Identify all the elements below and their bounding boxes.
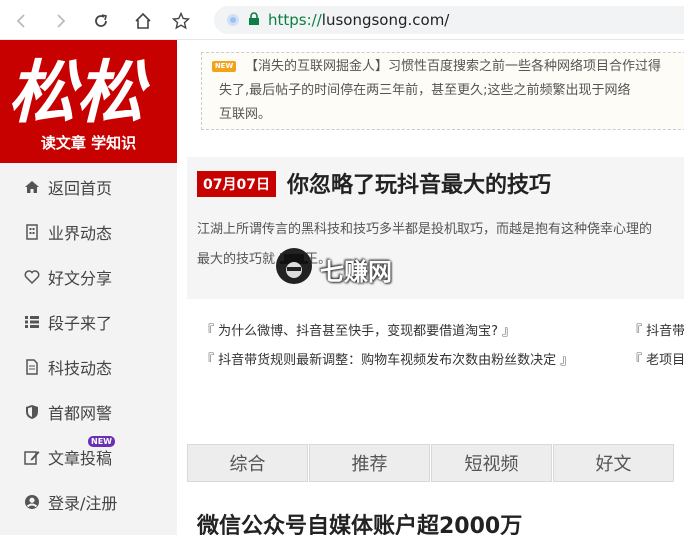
notice-text: 【消失的互联网掘金人】习惯性百度搜索之前一些各种网络项目合作过得 失了,最后帖子… <box>219 55 684 127</box>
sidebar: 松松 读文章 学知识 返回首页 业界动态 好文分享 段子来了 科技动态 首都网警… <box>0 40 177 535</box>
sidebar-item-label: 段子来了 <box>48 313 113 333</box>
notice-line: 失了,最后帖子的时间停在两三年前，甚至更久;这些之前频繁出现于网络 <box>219 83 631 98</box>
tab-good-articles[interactable]: 好文 <box>553 444 674 482</box>
reload-button[interactable] <box>88 8 114 34</box>
category-tabs: 综合 推荐 短视频 好文 <box>187 444 684 482</box>
featured-title[interactable]: 你忽略了玩抖音最大的技巧 <box>287 167 551 199</box>
watermark-text: 七赚网 <box>320 258 392 286</box>
forward-arrow-icon <box>57 14 66 28</box>
logo-calligraphy: 松松 <box>8 54 151 130</box>
document-icon <box>26 358 38 375</box>
sidebar-item-tech[interactable]: 科技动态 <box>0 344 177 389</box>
building-icon <box>26 223 38 240</box>
forward-button[interactable] <box>48 8 74 34</box>
notice-new-badge: NEW <box>212 61 236 72</box>
logo-glyphs: 松松 <box>8 54 151 130</box>
url-domain: lusongsong.com/ <box>321 11 450 29</box>
new-badge: NEW <box>88 436 115 447</box>
headline-link[interactable]: 『 抖音带 <box>629 320 684 339</box>
main-content: NEW 【消失的互联网掘金人】习惯性百度搜索之前一些各种网络项目合作过得 失了,… <box>187 40 684 535</box>
sidebar-item-submit[interactable]: 文章投稿 NEW <box>0 434 177 479</box>
browser-toolbar: https://lusongsong.com/ <box>0 0 684 40</box>
headline-link[interactable]: 『 为什么微博、抖音甚至快手，变现都要借道淘宝? 』 <box>201 320 515 339</box>
edit-icon <box>24 450 40 465</box>
home-browser-icon <box>135 12 151 29</box>
sidebar-item-label: 首都网警 <box>48 403 113 423</box>
back-arrow-icon <box>16 14 25 28</box>
article-title[interactable]: 微信公众号自媒体账户超2000万 <box>197 508 522 535</box>
sidebar-item-articles[interactable]: 好文分享 <box>0 254 177 299</box>
reload-icon <box>95 14 107 27</box>
sidebar-item-label: 登录/注册 <box>48 493 118 513</box>
watermark-avatar-icon <box>276 248 312 284</box>
back-button[interactable] <box>8 8 34 34</box>
sidebar-item-label: 文章投稿 <box>48 448 113 468</box>
lock-icon <box>249 12 259 25</box>
list-icon <box>25 315 39 328</box>
tab-short-video[interactable]: 短视频 <box>431 444 552 482</box>
sidebar-item-industry[interactable]: 业界动态 <box>0 209 177 254</box>
sidebar-item-police[interactable]: 首都网警 <box>0 389 177 434</box>
user-icon <box>25 494 39 509</box>
star-icon <box>172 12 190 30</box>
url-scheme: https:// <box>268 11 322 29</box>
address-bar[interactable]: https://lusongsong.com/ <box>214 6 684 34</box>
heart-icon <box>24 269 40 284</box>
sidebar-item-home[interactable]: 返回首页 <box>0 164 177 209</box>
notice-line: 【消失的互联网掘金人】习惯性百度搜索之前一些各种网络项目合作过得 <box>245 59 662 74</box>
home-icon <box>25 180 39 193</box>
tab-general[interactable]: 综合 <box>187 444 308 482</box>
date-badge: 07月07日 <box>197 171 276 197</box>
notice-box[interactable]: NEW 【消失的互联网掘金人】习惯性百度搜索之前一些各种网络项目合作过得 失了,… <box>201 52 684 130</box>
sidebar-item-label: 好文分享 <box>48 268 113 288</box>
sidebar-item-label: 业界动态 <box>48 223 113 243</box>
excerpt-line: 最大的技巧就 容为王。 <box>197 252 332 267</box>
featured-article[interactable]: 07月07日 你忽略了玩抖音最大的技巧 江湖上所谓传言的黑科技和技巧多半都是投机… <box>187 157 684 299</box>
featured-excerpt: 江湖上所谓传言的黑科技和技巧多半都是投机取巧，而越是抱有这种侥幸心理的 最大的技… <box>197 215 684 275</box>
watermark: 七赚网 <box>276 246 416 290</box>
sidebar-item-login[interactable]: 登录/注册 <box>0 479 177 524</box>
sidebar-item-label: 科技动态 <box>48 358 113 378</box>
home-button[interactable] <box>130 8 156 34</box>
site-info-icon[interactable] <box>226 13 240 27</box>
sidebar-item-label: 返回首页 <box>48 178 113 198</box>
bookmark-button[interactable] <box>168 8 194 34</box>
headline-link[interactable]: 『 抖音带货规则最新调整：购物车视频发布次数由粉丝数决定 』 <box>201 349 573 368</box>
shield-icon <box>26 404 38 419</box>
sidebar-item-jokes[interactable]: 段子来了 <box>0 299 177 344</box>
headline-link[interactable]: 『 老项目 <box>629 349 684 368</box>
notice-line: 互联网。 <box>219 107 272 122</box>
tab-recommended[interactable]: 推荐 <box>309 444 430 482</box>
url-text[interactable]: https://lusongsong.com/ <box>268 11 449 29</box>
excerpt-line: 江湖上所谓传言的黑科技和技巧多半都是投机取巧，而越是抱有这种侥幸心理的 <box>197 222 653 237</box>
site-logo[interactable]: 松松 读文章 学知识 <box>0 40 177 163</box>
link-row: 『 为什么微博、抖音甚至快手，变现都要借道淘宝? 』 『 抖音带 <box>201 320 684 349</box>
link-row: 『 抖音带货规则最新调整：购物车视频发布次数由粉丝数决定 』 『 老项目 <box>201 349 684 378</box>
headline-links: 『 为什么微博、抖音甚至快手，变现都要借道淘宝? 』 『 抖音带 『 抖音带货规… <box>201 320 684 378</box>
logo-tagline: 读文章 学知识 <box>40 134 137 152</box>
